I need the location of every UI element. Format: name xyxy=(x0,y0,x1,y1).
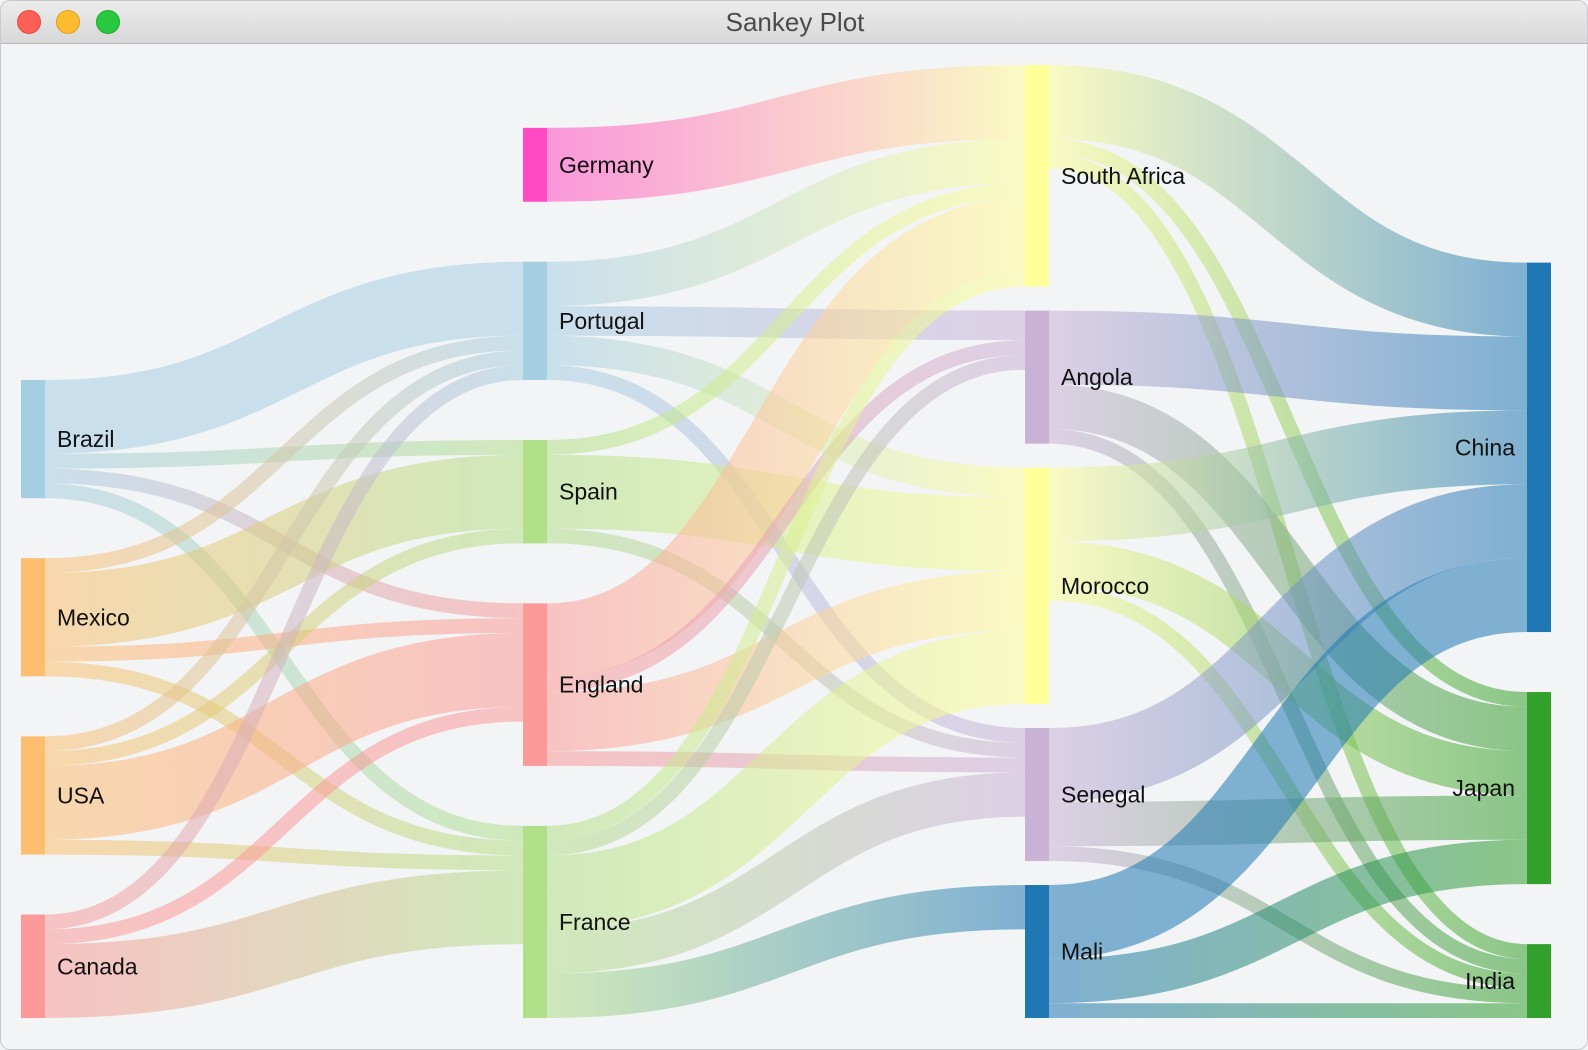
node-mexico[interactable] xyxy=(21,558,45,677)
node-spain[interactable] xyxy=(523,439,547,544)
link-layer xyxy=(44,65,1529,1018)
node-label-china: China xyxy=(1455,434,1515,460)
node-japan[interactable] xyxy=(1527,692,1551,885)
node-senegal[interactable] xyxy=(1025,728,1049,862)
node-brazil[interactable] xyxy=(21,379,45,499)
node-morocco[interactable] xyxy=(1025,467,1049,705)
node-angola[interactable] xyxy=(1025,310,1049,444)
node-label-morocco: Morocco xyxy=(1061,573,1149,599)
node-label-brazil: Brazil xyxy=(57,426,115,452)
node-south-africa[interactable] xyxy=(1025,65,1049,287)
node-portugal[interactable] xyxy=(523,261,547,380)
sankey-plot-area: Brazil Mexico USA Canada Germany Portugal Spai… xyxy=(1,45,1587,1049)
app-window: Sankey Plot Brazil Mexico USA Canada Germany… xyxy=(0,0,1588,1050)
node-label-japan: Japan xyxy=(1452,775,1515,801)
node-label-mexico: Mexico xyxy=(57,604,130,630)
node-label-spain: Spain xyxy=(559,479,618,505)
node-canada[interactable] xyxy=(21,914,45,1018)
node-germany[interactable] xyxy=(523,127,547,202)
node-england[interactable] xyxy=(523,603,547,766)
node-label-france: France xyxy=(559,909,631,935)
node-france[interactable] xyxy=(523,825,547,1018)
node-india[interactable] xyxy=(1527,944,1551,1018)
node-label-canada: Canada xyxy=(57,953,138,979)
node-label-senegal: Senegal xyxy=(1061,782,1145,808)
window-title: Sankey Plot xyxy=(725,7,865,37)
link-usa-to-france[interactable] xyxy=(44,839,524,871)
node-label-mali: Mali xyxy=(1061,939,1103,965)
sankey-chart: Brazil Mexico USA Canada Germany Portugal Spai… xyxy=(21,65,1551,1018)
node-label-angola: Angola xyxy=(1061,364,1133,390)
node-mali[interactable] xyxy=(1025,885,1049,1018)
node-label-india: India xyxy=(1465,968,1515,994)
node-usa[interactable] xyxy=(21,736,45,855)
node-label-south-africa: South Africa xyxy=(1061,163,1185,189)
node-label-england: England xyxy=(559,672,643,698)
node-label-portugal: Portugal xyxy=(559,308,645,334)
title-bar[interactable]: Sankey Plot xyxy=(1,1,1587,44)
link-south-africa-to-china[interactable] xyxy=(1048,65,1528,337)
node-label-usa: USA xyxy=(57,782,105,808)
node-label-germany: Germany xyxy=(559,152,654,178)
node-china[interactable] xyxy=(1527,262,1551,633)
